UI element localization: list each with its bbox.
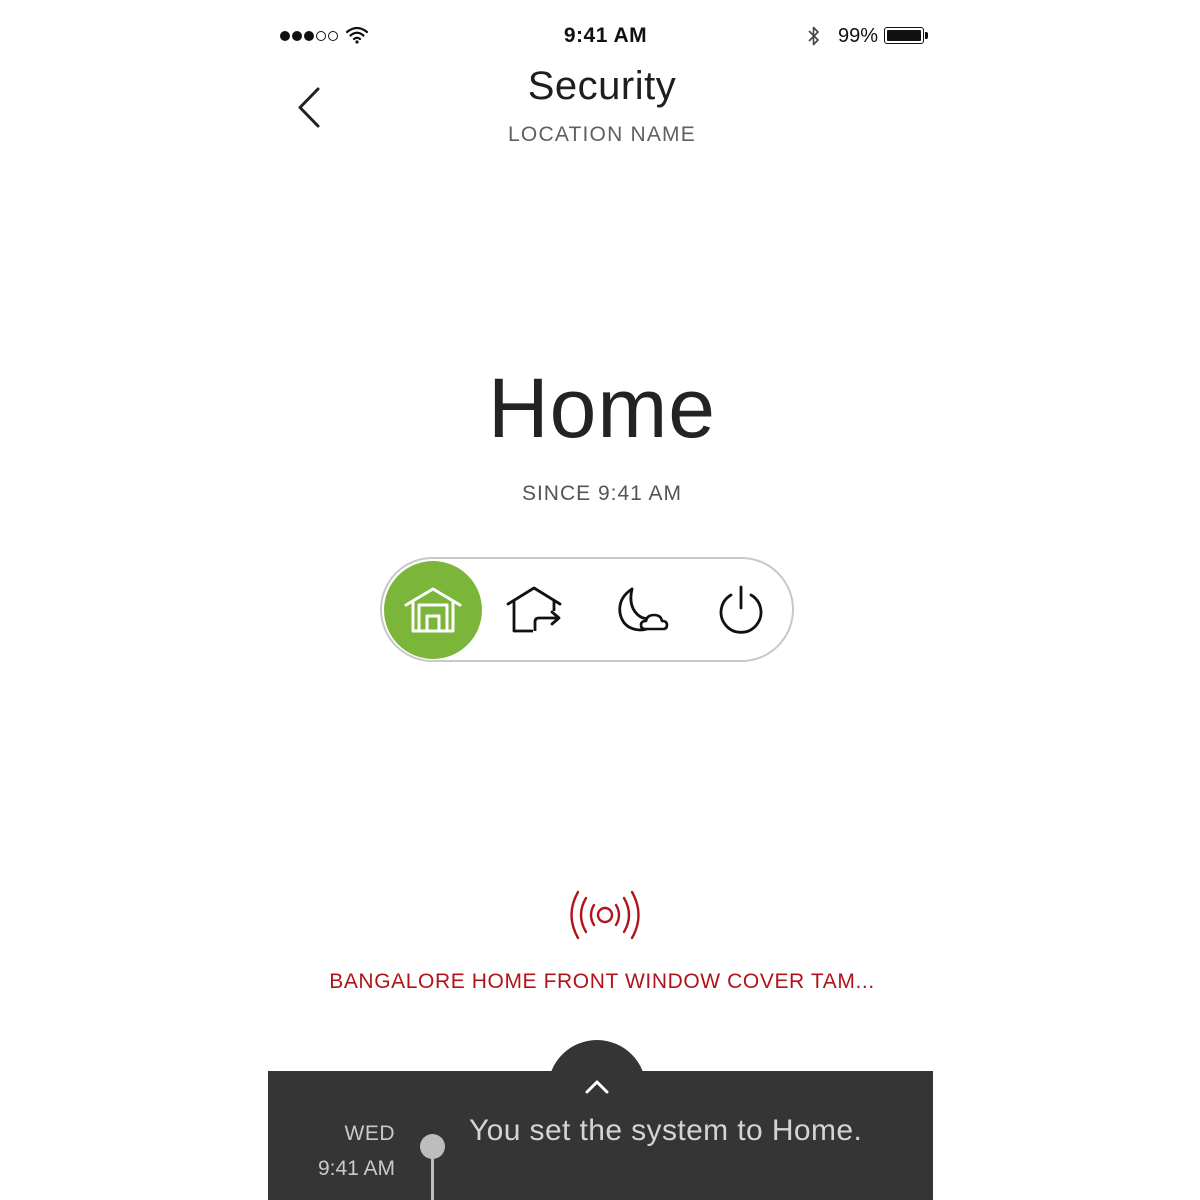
arm-mode-selector bbox=[380, 557, 794, 662]
status-bar: 9:41 AM 99% bbox=[268, 0, 933, 70]
battery-percent: 99% bbox=[838, 25, 879, 47]
mode-away-button[interactable] bbox=[486, 561, 584, 659]
home-icon bbox=[404, 587, 462, 633]
event-time: 9:41 AM bbox=[317, 1157, 395, 1180]
away-icon bbox=[506, 586, 562, 633]
location-name: LOCATION NAME bbox=[508, 123, 696, 146]
night-icon bbox=[618, 587, 669, 632]
battery-nub bbox=[925, 32, 928, 39]
battery-icon bbox=[884, 27, 924, 44]
mode-since: SINCE 9:41 AM bbox=[521, 482, 683, 505]
bluetooth-icon bbox=[808, 26, 819, 46]
event-message[interactable]: You set the system to Home. bbox=[469, 1113, 869, 1148]
mode-night-button[interactable] bbox=[590, 561, 688, 659]
power-icon bbox=[719, 585, 763, 634]
chevron-up-icon bbox=[585, 1080, 609, 1094]
page: 9:41 AM 99% Security LOCATION NAME Home … bbox=[0, 0, 1200, 1200]
current-mode: Home bbox=[487, 361, 717, 455]
page-title: Security bbox=[527, 64, 677, 108]
alarm-signal-icon bbox=[570, 890, 640, 940]
status-time: 9:41 AM bbox=[563, 24, 648, 47]
phone-screen: 9:41 AM 99% Security LOCATION NAME Home … bbox=[268, 0, 933, 1200]
timeline-dot bbox=[420, 1134, 445, 1159]
mode-home-button[interactable] bbox=[384, 561, 482, 659]
alert-message[interactable]: BANGALORE HOME FRONT WINDOW COVER TAM... bbox=[268, 970, 933, 994]
event-day: WED bbox=[344, 1122, 395, 1145]
mode-off-button[interactable] bbox=[692, 561, 790, 659]
